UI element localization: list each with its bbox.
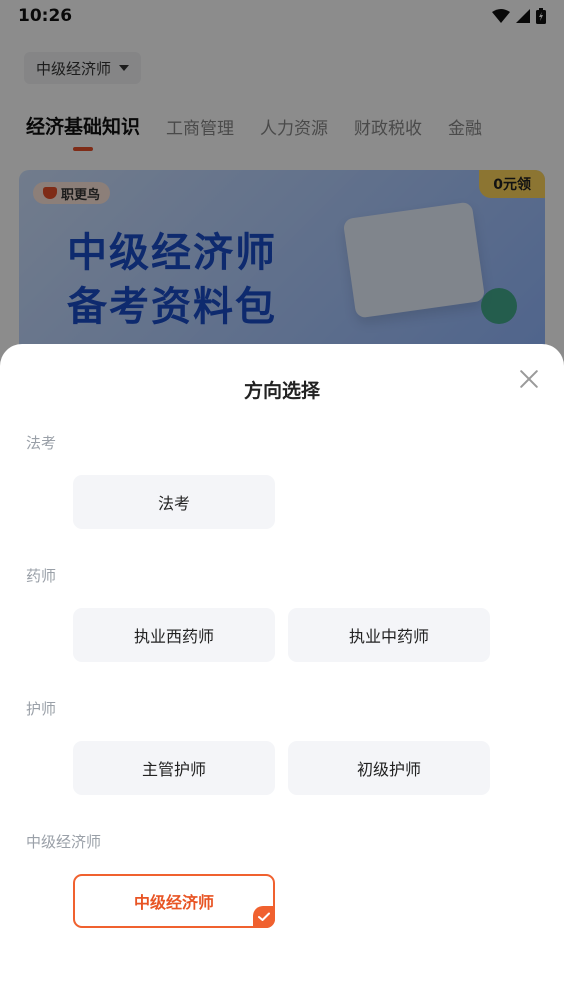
option-junior-nurse[interactable]: 初级护师 bbox=[288, 741, 490, 795]
check-icon bbox=[253, 906, 275, 928]
option-law-exam[interactable]: 法考 bbox=[73, 475, 275, 529]
sheet-title: 方向选择 bbox=[243, 380, 320, 402]
direction-sheet: 方向选择 法考 法考 药师 执业西药师 执业中药师 护师 主管护师 初级护师 中… bbox=[0, 344, 564, 1004]
group-label: 中级经济师 bbox=[26, 833, 102, 851]
group-label: 法考 bbox=[26, 434, 57, 452]
close-icon[interactable] bbox=[518, 368, 540, 390]
option-intermediate-economist[interactable]: 中级经济师 bbox=[73, 874, 275, 928]
group-label: 护师 bbox=[26, 700, 57, 718]
option-chinese-pharmacist[interactable]: 执业中药师 bbox=[288, 608, 490, 662]
option-label: 中级经济师 bbox=[133, 893, 214, 912]
option-supervising-nurse[interactable]: 主管护师 bbox=[73, 741, 275, 795]
option-western-pharmacist[interactable]: 执业西药师 bbox=[73, 608, 275, 662]
group-label: 药师 bbox=[26, 567, 57, 585]
